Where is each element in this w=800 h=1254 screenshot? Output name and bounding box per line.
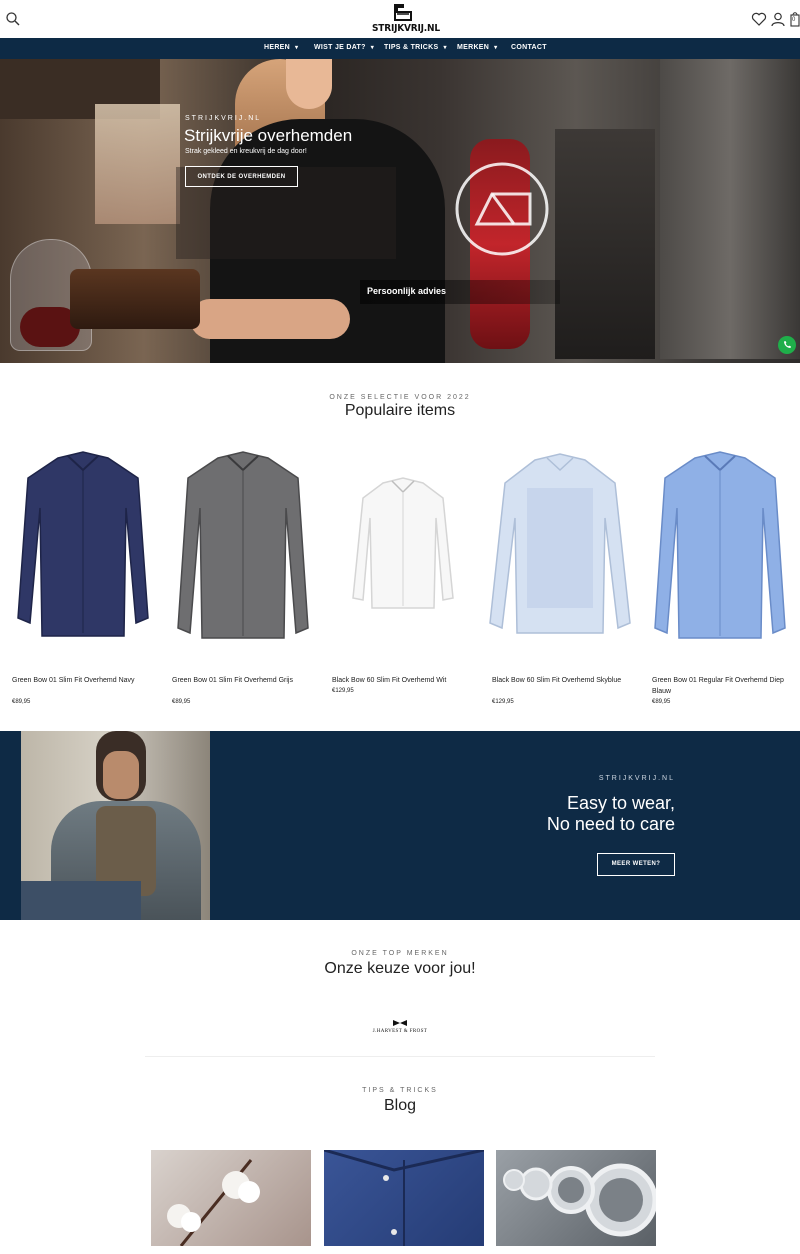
cart-icon[interactable]: 0 [790,11,800,27]
nav-item-wist-je-dat[interactable]: WIST JE DAT? ▾ [314,44,374,51]
hero-title: Strijkvrije overhemden [184,126,353,145]
heart-icon[interactable] [751,11,767,27]
chevron-down-icon: ▾ [370,45,375,51]
cotton-image [167,1159,260,1246]
main-nav: HEREN ▾ WIST JE DAT? ▾ TIPS & TRICKS ▾ MERK… [0,38,800,59]
banner-title: Easy to wear, No need to care [460,793,675,835]
discover-shirts-button[interactable]: ONTDEK DE OVERHEMDEN [185,166,298,187]
chevron-down-icon: ▾ [494,45,498,51]
shirt-image[interactable] [168,448,318,648]
nav-item-contact[interactable]: CONTACT [511,44,547,51]
hero-subtitle: Strak gekleed en kreukvrij de dag door! [185,148,307,155]
product-price: €129,95 [492,699,514,705]
banner-title-line1: Easy to wear, [566,793,675,813]
product-name[interactable]: Black Bow 60 Slim Fit Overhemd Wit [332,675,482,686]
product-name[interactable]: Green Bow 01 Slim Fit Overhemd Grijs [172,675,322,686]
nav-label: HEREN [264,44,291,51]
cart-count: 0 [792,17,796,23]
shirt-image[interactable] [645,448,795,648]
popular-title: Populaire items [344,402,456,419]
nav-item-merken[interactable]: MERKEN ▾ [457,44,497,51]
hero-banner[interactable] [0,59,800,363]
logo-text: STRIJKVRIJ.NL [372,23,440,34]
product-price: €89,95 [12,699,31,705]
bowtie-icon [393,1020,407,1026]
hero-fridge-shape [660,59,800,359]
brands-kicker: ONZE TOP MERKEN [351,950,449,957]
iron-logo-icon [394,4,412,21]
product-price: €89,95 [172,699,191,705]
nav-label: CONTACT [511,44,547,51]
photo-jeans-shape [21,881,141,920]
popular-kicker: ONZE SELECTIE VOOR 2022 [329,394,471,401]
chevron-down-icon: ▾ [295,45,299,51]
brand-name: J.HARVEST & FROST [372,1029,428,1034]
nav-item-heren[interactable]: HEREN ▾ [264,44,298,51]
product-price: €129,95 [332,688,354,694]
banner-title-line2: No need to care [546,814,675,834]
product-name[interactable]: Black Bow 60 Slim Fit Overhemd Skyblue [492,675,642,686]
blog-card-cotton[interactable] [151,1150,311,1246]
shirt-image[interactable] [328,448,478,648]
hero-kicker: STRIJKVRIJ.NL [185,115,262,122]
blog-kicker: TIPS & TRICKS [362,1087,438,1094]
user-icon[interactable] [770,11,786,27]
product-name[interactable]: Green Bow 01 Slim Fit Overhemd Navy [12,675,162,686]
chevron-down-icon: ▾ [443,45,447,51]
nav-label: MERKEN [457,44,490,51]
personal-advice-link[interactable]: Persoonlijk advies [367,286,446,296]
section-divider [145,1056,655,1057]
site-logo[interactable]: STRIJKVRIJ.NL [372,1,440,37]
shirt-detail-image [324,1150,484,1246]
product-name[interactable]: Green Bow 01 Regular Fit Overhemd Diep B… [652,675,800,697]
photo-face-shape [103,751,139,799]
learn-more-button[interactable]: MEER WETEN? [597,853,675,876]
product-price: €89,95 [652,699,671,705]
blog-card-fabric[interactable] [324,1150,484,1246]
nav-label: TIPS & TRICKS [384,44,439,51]
hero-window-shape [95,104,180,224]
brands-title: Onze keuze voor jou! [324,960,476,977]
site-header: STRIJKVRIJ.NL 0 [0,0,800,38]
nav-label: WIST JE DAT? [314,44,366,51]
model-photo [21,731,210,920]
nav-item-tips-tricks[interactable]: TIPS & TRICKS ▾ [384,44,447,51]
whatsapp-icon[interactable] [778,336,796,354]
hero-arms-shape [190,299,350,339]
hero-cake-shape [70,269,200,329]
shirt-image[interactable] [485,448,635,648]
hero-face-shape [286,59,332,109]
banner-kicker: STRIJKVRIJ.NL [598,775,675,782]
shirt-image[interactable] [8,448,158,648]
blog-card-laundry[interactable] [496,1150,656,1246]
search-icon[interactable] [5,11,21,27]
washing-machines-image [503,1163,656,1237]
hero-oven-shape [555,129,655,359]
blog-title: Blog [383,1097,417,1114]
iron-watermark-icon [455,162,549,256]
